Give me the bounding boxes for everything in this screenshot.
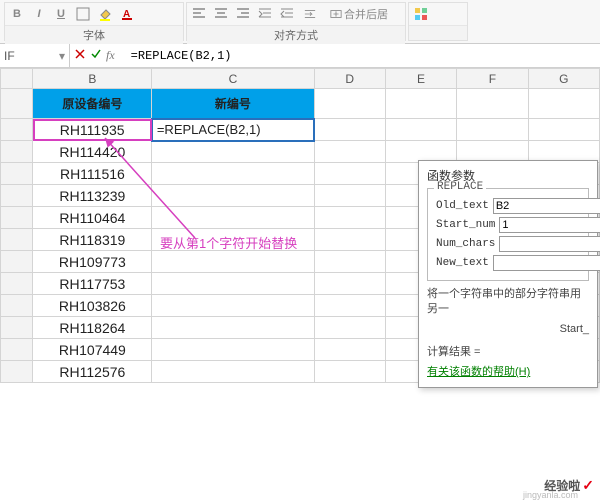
- col-header-B[interactable]: B: [33, 69, 152, 89]
- row-header[interactable]: [1, 251, 33, 273]
- col-header-G[interactable]: G: [528, 69, 599, 89]
- cell[interactable]: [314, 185, 385, 207]
- old-text-label: Old_text: [436, 200, 489, 212]
- ribbon-group-font-label: 字体: [5, 25, 183, 44]
- row-header[interactable]: [1, 273, 33, 295]
- underline-button[interactable]: U: [51, 5, 71, 23]
- col-header-F[interactable]: F: [457, 69, 528, 89]
- row-header[interactable]: [1, 163, 33, 185]
- row-header[interactable]: [1, 295, 33, 317]
- cell[interactable]: [152, 339, 314, 361]
- cell[interactable]: RH118264: [33, 317, 152, 339]
- cell[interactable]: [528, 89, 599, 119]
- font-color-button[interactable]: A: [117, 5, 137, 23]
- cell[interactable]: [457, 119, 528, 141]
- dialog-desc: 将一个字符串中的部分字符串用另一: [427, 287, 589, 318]
- confirm-icon[interactable]: [90, 48, 102, 63]
- row-header[interactable]: [1, 119, 33, 141]
- formula-bar: IF▾ fx =REPLACE(B2,1): [0, 44, 600, 68]
- row-header[interactable]: [1, 207, 33, 229]
- border-button[interactable]: [73, 5, 93, 23]
- cell[interactable]: [528, 119, 599, 141]
- align-left-icon[interactable]: [189, 5, 209, 23]
- cell[interactable]: [314, 317, 385, 339]
- cell[interactable]: [314, 141, 385, 163]
- align-right-icon[interactable]: [233, 5, 253, 23]
- header-original[interactable]: 原设备编号: [33, 89, 152, 119]
- check-icon: ✓: [582, 477, 594, 494]
- num-chars-input[interactable]: [499, 236, 600, 252]
- new-text-label: New_text: [436, 257, 489, 269]
- cell[interactable]: [152, 273, 314, 295]
- merge-button[interactable]: 合并后居: [325, 5, 393, 23]
- cell[interactable]: [385, 89, 456, 119]
- row-header[interactable]: [1, 317, 33, 339]
- wrap-text-button[interactable]: [299, 5, 323, 23]
- col-header-E[interactable]: E: [385, 69, 456, 89]
- start-num-input[interactable]: [499, 217, 600, 233]
- old-text-input[interactable]: [493, 198, 600, 214]
- dialog-result: 计算结果 =: [427, 343, 589, 359]
- row-header[interactable]: [1, 229, 33, 251]
- ribbon-group-align-label: 对齐方式: [187, 25, 405, 44]
- column-header-row: B C D E F G: [1, 69, 600, 89]
- cell[interactable]: [314, 207, 385, 229]
- cell[interactable]: [314, 251, 385, 273]
- cell[interactable]: [314, 229, 385, 251]
- cell[interactable]: [314, 339, 385, 361]
- dialog-help-link[interactable]: 有关该函数的帮助(H): [427, 366, 530, 378]
- ribbon-group-style: [408, 2, 468, 41]
- cell[interactable]: [457, 89, 528, 119]
- row-header[interactable]: [1, 89, 33, 119]
- annotation-arrow: [95, 128, 205, 248]
- watermark: 经验啦 ✓ jingyanla.com: [544, 477, 594, 494]
- name-box[interactable]: IF▾: [0, 44, 70, 67]
- fill-color-button[interactable]: [95, 5, 115, 23]
- styles-button[interactable]: [411, 5, 431, 23]
- bold-button[interactable]: B: [7, 5, 27, 23]
- cell[interactable]: [314, 361, 385, 383]
- ribbon: B I U A 字体 合并后居: [0, 0, 600, 44]
- align-center-icon[interactable]: [211, 5, 231, 23]
- new-text-input[interactable]: [493, 255, 600, 271]
- num-chars-label: Num_chars: [436, 238, 495, 250]
- cell[interactable]: [152, 317, 314, 339]
- cell[interactable]: [152, 295, 314, 317]
- annotation-text: 要从第1个字符开始替换: [160, 233, 297, 252]
- cell[interactable]: RH109773: [33, 251, 152, 273]
- ribbon-group-align: 合并后居 对齐方式: [186, 2, 406, 41]
- cell[interactable]: [314, 295, 385, 317]
- cell[interactable]: [314, 119, 385, 141]
- col-header-C[interactable]: C: [152, 69, 314, 89]
- dialog-desc2: Start_: [427, 322, 589, 337]
- col-header-D[interactable]: D: [314, 69, 385, 89]
- function-arguments-dialog: 函数参数 REPLACE Old_text Start_num Num_char…: [418, 160, 598, 388]
- cancel-icon[interactable]: [74, 48, 86, 63]
- ribbon-group-font: B I U A 字体: [4, 2, 184, 41]
- decrease-indent-icon[interactable]: [277, 5, 297, 23]
- cell[interactable]: [314, 273, 385, 295]
- cell[interactable]: RH117753: [33, 273, 152, 295]
- dialog-fn-name: REPLACE: [434, 181, 486, 193]
- cell[interactable]: RH103826: [33, 295, 152, 317]
- cell[interactable]: [385, 119, 456, 141]
- fx-icon[interactable]: fx: [106, 48, 115, 63]
- cell[interactable]: [314, 89, 385, 119]
- row-header[interactable]: [1, 361, 33, 383]
- header-new[interactable]: 新编号: [152, 89, 314, 119]
- cell[interactable]: [314, 163, 385, 185]
- start-num-label: Start_num: [436, 219, 495, 231]
- formula-input[interactable]: =REPLACE(B2,1): [125, 44, 600, 67]
- cell[interactable]: RH107449: [33, 339, 152, 361]
- row-header[interactable]: [1, 185, 33, 207]
- cell[interactable]: RH112576: [33, 361, 152, 383]
- row-header[interactable]: [1, 339, 33, 361]
- select-all-corner[interactable]: [1, 69, 33, 89]
- cell[interactable]: [152, 251, 314, 273]
- cell[interactable]: [152, 361, 314, 383]
- increase-indent-icon[interactable]: [255, 5, 275, 23]
- row-header[interactable]: [1, 141, 33, 163]
- italic-button[interactable]: I: [29, 5, 49, 23]
